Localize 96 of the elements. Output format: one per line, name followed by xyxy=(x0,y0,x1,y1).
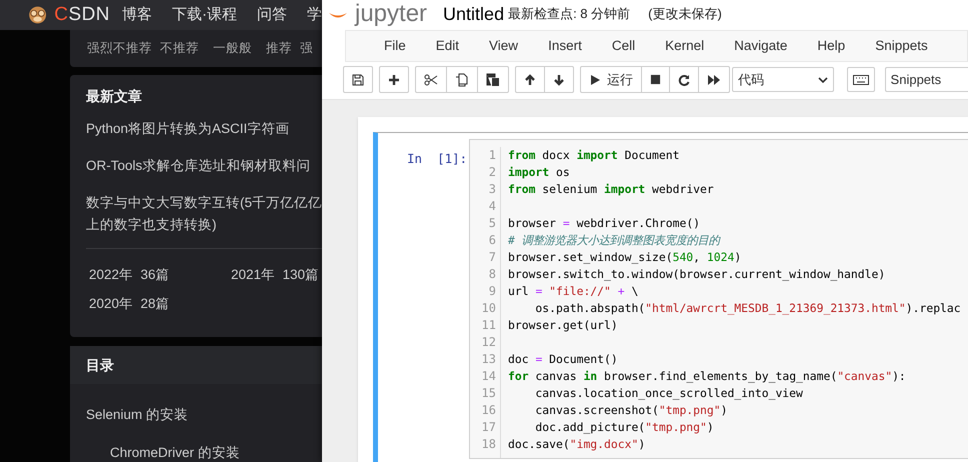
menu-item[interactable]: Cell xyxy=(596,32,650,60)
cell-type-dropdown[interactable]: 代码 xyxy=(732,67,834,92)
stop-button[interactable] xyxy=(641,66,670,93)
toc-item[interactable]: Selenium 的安装 xyxy=(86,405,322,426)
line-number: 15 xyxy=(480,385,496,402)
line-number: 14 xyxy=(480,368,496,385)
line-number: 9 xyxy=(488,283,496,300)
line-number: 11 xyxy=(480,317,496,334)
autosave-status: (更改未保存) xyxy=(648,5,722,24)
code-line: os.path.abspath("html/awrcrt_MESDB_1_21369_21373.html").replac xyxy=(534,300,961,317)
run-button[interactable]: 运行 xyxy=(580,66,642,93)
up-arrow-icon xyxy=(524,74,536,86)
menu-item[interactable]: View xyxy=(474,32,534,60)
code-line: doc = Document() xyxy=(508,351,619,368)
code-line: from docx import Document xyxy=(508,147,680,164)
down-arrow-icon xyxy=(553,74,565,86)
menu-item[interactable]: Kernel xyxy=(650,32,720,60)
paste-icon xyxy=(486,72,500,86)
keyboard-shortcuts-button[interactable] xyxy=(846,67,875,92)
code-line: browser.set_window_size(540, 1024) xyxy=(508,249,742,266)
section-title: 最新文章 xyxy=(86,87,143,106)
nav-link[interactable]: 博客 xyxy=(122,4,152,26)
jupyter-logo-text[interactable]: jupyter xyxy=(355,2,428,26)
line-number: 18 xyxy=(480,436,496,453)
menu-item[interactable]: Insert xyxy=(533,32,597,60)
move-up-button[interactable] xyxy=(515,66,545,93)
menu-item[interactable]: Navigate xyxy=(719,32,802,60)
code-line: canvas.screenshot("tmp.png") xyxy=(534,402,728,419)
line-number: 1 xyxy=(488,147,496,164)
cut-button[interactable] xyxy=(415,66,447,93)
line-number: 17 xyxy=(480,419,496,436)
play-icon xyxy=(589,74,601,86)
code-line: canvas.location_once_scrolled_into_view xyxy=(534,385,804,402)
toc-item[interactable]: ChromeDriver 的安装 xyxy=(86,443,322,462)
paste-button[interactable] xyxy=(477,66,509,93)
code-line: doc.save("img.docx") xyxy=(508,436,646,453)
code-line: url = "file://" + \ xyxy=(508,283,640,300)
article-link[interactable]: 数字与中文大写数字互转(5千万亿亿亿 上的数字也支持转换) xyxy=(86,192,322,236)
code-line: # 调整游览器大小达到调整图表宽度的目的 xyxy=(508,232,722,249)
save-button[interactable] xyxy=(343,66,373,93)
article-link[interactable]: Python将图片转换为ASCII字符画 xyxy=(86,118,322,140)
fast-forward-icon xyxy=(707,74,721,86)
archive-link[interactable]: 2020年 28篇 xyxy=(89,294,231,314)
caret-icon xyxy=(818,76,828,82)
move-down-button[interactable] xyxy=(544,66,574,93)
code-line: browser.switch_to.window(browser.current_window_handle) xyxy=(508,266,886,283)
copy-button[interactable] xyxy=(446,66,478,93)
input-prompt: In [1]: xyxy=(406,150,468,168)
line-number: 5 xyxy=(488,215,496,232)
code-line: browser.get(url) xyxy=(508,317,619,334)
rating-option[interactable]: 推荐 xyxy=(266,39,292,58)
run-all-button[interactable] xyxy=(698,66,730,93)
nav-link[interactable]: 问答 xyxy=(257,4,287,26)
archive-link[interactable]: 2021年 130篇 xyxy=(231,265,322,286)
code-line: for canvas in browser.find_elements_by_tag_name("canvas"): xyxy=(508,368,907,385)
line-number: 12 xyxy=(480,334,496,351)
line-number: 16 xyxy=(480,402,496,419)
copy-icon xyxy=(455,72,469,86)
nav-link[interactable]: 学 xyxy=(307,4,322,26)
line-number: 6 xyxy=(488,232,496,249)
restart-button[interactable] xyxy=(669,66,699,93)
code-line: from selenium import webdriver xyxy=(508,181,715,198)
line-number: 3 xyxy=(488,181,496,198)
menu-item[interactable]: Help xyxy=(802,32,860,60)
rating-option[interactable]: 强 xyxy=(300,39,313,58)
rating-option[interactable]: 强烈不推荐 xyxy=(87,39,152,58)
menu-item[interactable]: File xyxy=(369,32,421,60)
code-line: browser = webdriver.Chrome() xyxy=(508,215,702,232)
archive-link[interactable]: 2022年 36篇 xyxy=(89,265,231,286)
save-icon xyxy=(352,74,364,86)
keyboard-icon xyxy=(852,74,869,84)
code-line: doc.add_picture("tmp.png") xyxy=(534,419,715,436)
menu-item[interactable]: Snippets xyxy=(860,32,943,60)
line-number: 2 xyxy=(488,164,496,181)
insert-cell-button[interactable] xyxy=(379,66,409,93)
menu-item[interactable]: Edit xyxy=(420,32,474,60)
scissors-icon xyxy=(424,74,438,86)
code-line: import os xyxy=(508,164,571,181)
snippets-dropdown[interactable]: Snippets xyxy=(884,67,968,92)
section-title: 目录 xyxy=(86,356,114,374)
article-link[interactable]: OR-Tools求解仓库选址和钢材取料问 xyxy=(86,155,322,177)
line-number: 8 xyxy=(488,266,496,283)
line-number: 7 xyxy=(488,249,496,266)
stop-icon xyxy=(650,74,661,85)
line-number: 10 xyxy=(480,300,496,317)
checkpoint-status: 最新检查点: 8 分钟前 xyxy=(508,5,630,24)
line-number: 13 xyxy=(480,351,496,368)
rating-option[interactable]: 一般般 xyxy=(213,39,252,58)
nav-link[interactable]: 下载·课程 xyxy=(172,4,237,26)
plus-icon xyxy=(388,74,400,86)
rating-option[interactable]: 不推荐 xyxy=(160,39,199,58)
csdn-logo-text[interactable]: CSDN xyxy=(54,0,110,30)
line-number: 4 xyxy=(488,198,496,215)
notebook-name[interactable]: Untitled xyxy=(443,5,504,23)
code-editor[interactable] xyxy=(469,139,968,459)
restart-icon xyxy=(678,74,690,86)
